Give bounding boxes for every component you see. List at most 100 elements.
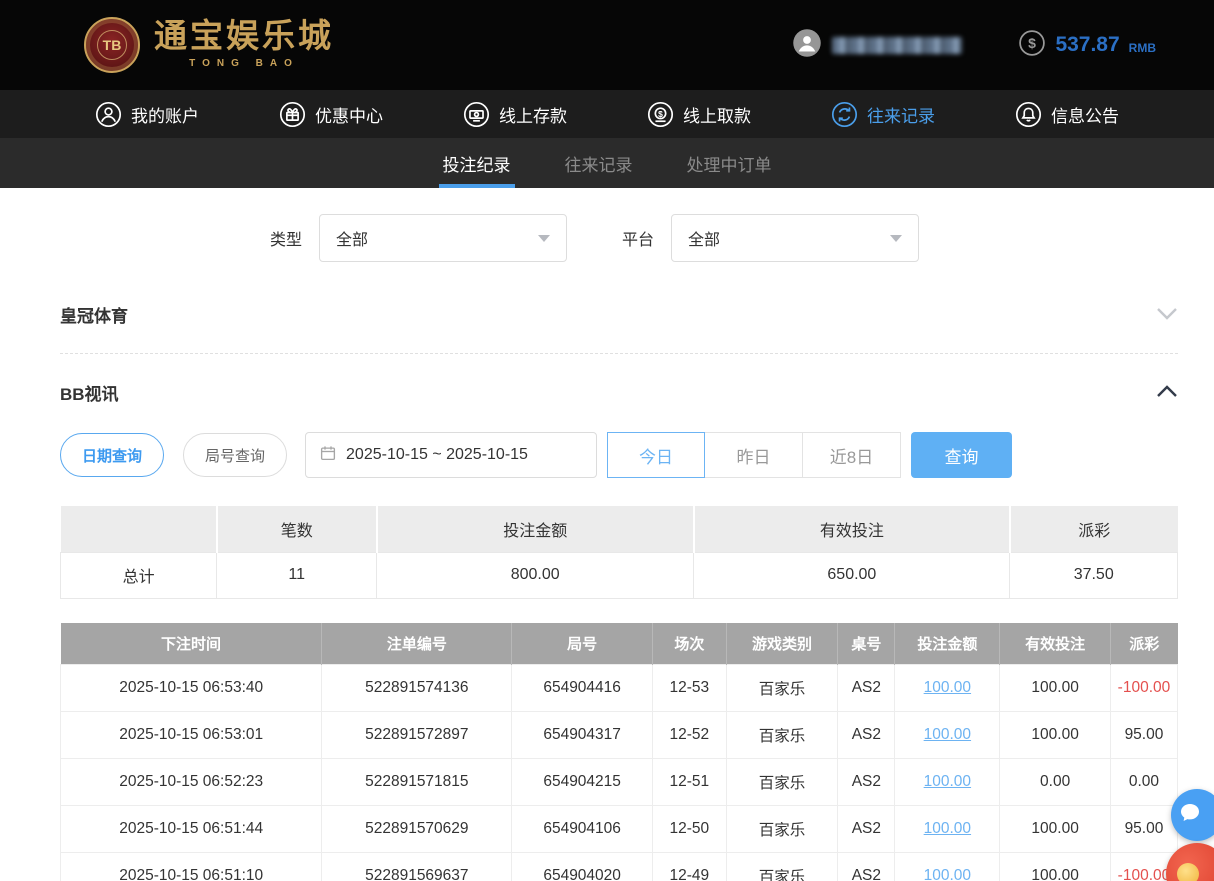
top-header: TB 通宝娱乐城 TONG BAO $ 537.87 RMB xyxy=(0,0,1214,90)
nav-item-my-account[interactable]: 我的账户 xyxy=(95,101,199,128)
round-id-cell: 654904106 xyxy=(512,806,653,853)
header-bet-id: 注单编号 xyxy=(322,623,512,665)
table-no-cell: AS2 xyxy=(838,665,895,712)
round-id-cell: 654904416 xyxy=(512,665,653,712)
tab-label: 往来记录 xyxy=(565,151,633,176)
withdraw-icon: $ xyxy=(647,101,674,128)
table-no-cell: AS2 xyxy=(838,853,895,881)
payout-value: -100.00 xyxy=(1118,679,1171,696)
summary-payout-value: 37.50 xyxy=(1010,552,1178,598)
main-content: 类型 全部 平台 全部 皇冠体育 BB视讯 xyxy=(0,214,1214,881)
user-account[interactable] xyxy=(792,28,962,63)
summary-total-label: 总计 xyxy=(61,552,217,598)
session-cell: 12-49 xyxy=(653,853,727,881)
valid-bet-cell: 0.00 xyxy=(1000,759,1111,806)
bet-amount-link[interactable]: 100.00 xyxy=(924,773,971,790)
bet-amount-link[interactable]: 100.00 xyxy=(924,726,971,743)
balance[interactable]: $ 537.87 RMB xyxy=(1018,29,1156,62)
summary-header-valid-bet: 有效投注 xyxy=(694,506,1010,552)
type-select[interactable]: 全部 xyxy=(319,214,567,262)
bet-time-cell: 2025-10-15 06:51:44 xyxy=(61,806,322,853)
game-type-cell: 百家乐 xyxy=(726,712,838,759)
query-bar: 日期查询 局号查询 2025-10-15 ~ 2025-10-15 今日 昨日 xyxy=(60,432,1178,478)
logo-subtitle: TONG BAO xyxy=(154,58,334,69)
site-logo[interactable]: TB 通宝娱乐城 TONG BAO xyxy=(84,17,334,73)
payout-value: 0.00 xyxy=(1129,773,1159,790)
nav-item-promotions[interactable]: 优惠中心 xyxy=(279,101,383,128)
platform-select-value: 全部 xyxy=(688,226,720,250)
transfer-records-icon xyxy=(831,101,858,128)
session-cell: 12-53 xyxy=(653,665,727,712)
section-crown-sports[interactable]: 皇冠体育 xyxy=(60,302,1178,354)
summary-header-count: 笔数 xyxy=(217,506,377,552)
table-row: 2025-10-15 06:53:40 522891574136 6549044… xyxy=(61,665,1178,712)
bet-amount-link[interactable]: 100.00 xyxy=(924,867,971,881)
nav-item-label: 线上存款 xyxy=(499,102,567,127)
nav-item-label: 往来记录 xyxy=(867,102,935,127)
section-bb-video[interactable]: BB视讯 xyxy=(60,380,1178,405)
nav-item-deposit[interactable]: 线上存款 xyxy=(463,101,567,128)
header-round-id: 局号 xyxy=(512,623,653,665)
summary-header-empty xyxy=(61,506,217,552)
yesterday-button[interactable]: 昨日 xyxy=(705,432,803,478)
nav-item-withdraw[interactable]: $ 线上取款 xyxy=(647,101,751,128)
date-range-input[interactable]: 2025-10-15 ~ 2025-10-15 xyxy=(305,432,597,478)
platform-select[interactable]: 全部 xyxy=(671,214,919,262)
tab-label: 处理中订单 xyxy=(687,151,772,176)
filter-row: 类型 全部 平台 全部 xyxy=(60,214,1178,262)
round-id-cell: 654904317 xyxy=(512,712,653,759)
header-session: 场次 xyxy=(653,623,727,665)
svg-text:$: $ xyxy=(658,108,663,118)
bet-amount-cell: 100.00 xyxy=(895,665,1000,712)
bet-amount-link[interactable]: 100.00 xyxy=(924,820,971,837)
tab-label: 投注纪录 xyxy=(443,151,511,176)
last8days-button[interactable]: 近8日 xyxy=(803,432,901,478)
bet-id-cell: 522891571815 xyxy=(322,759,512,806)
user-icon xyxy=(95,101,122,128)
bet-amount-cell: 100.00 xyxy=(895,759,1000,806)
logo-title: 通宝娱乐城 xyxy=(154,21,334,54)
header-payout: 派彩 xyxy=(1110,623,1177,665)
balance-amount: 537.87 xyxy=(1055,33,1119,57)
logo-badge-icon: TB xyxy=(84,17,140,73)
tab-betting-records[interactable]: 投注纪录 xyxy=(439,138,515,188)
subnav: 投注纪录 往来记录 处理中订单 xyxy=(0,138,1214,188)
svg-text:$: $ xyxy=(1029,35,1037,51)
main-nav: 我的账户 优惠中心 线上存款 $ 线上取款 往来记录 xyxy=(0,90,1214,138)
tab-transaction-records[interactable]: 往来记录 xyxy=(561,138,637,188)
yesterday-label: 昨日 xyxy=(737,443,771,468)
summary-bet-amount-value: 800.00 xyxy=(377,552,694,598)
type-filter-label: 类型 xyxy=(270,226,302,250)
header-bet-amount: 投注金额 xyxy=(895,623,1000,665)
bet-time-cell: 2025-10-15 06:53:01 xyxy=(61,712,322,759)
payout-cell: -100.00 xyxy=(1110,665,1177,712)
payout-cell: 0.00 xyxy=(1110,759,1177,806)
nav-item-transfer-records[interactable]: 往来记录 xyxy=(831,101,935,128)
bet-time-cell: 2025-10-15 06:52:23 xyxy=(61,759,322,806)
bet-amount-link[interactable]: 100.00 xyxy=(924,679,971,696)
date-query-button[interactable]: 日期查询 xyxy=(60,433,164,477)
summary-count-value: 11 xyxy=(217,552,377,598)
table-no-cell: AS2 xyxy=(838,759,895,806)
table-row: 2025-10-15 06:52:23 522891571815 6549042… xyxy=(61,759,1178,806)
search-button[interactable]: 查询 xyxy=(911,432,1012,478)
header-valid-bet: 有效投注 xyxy=(1000,623,1111,665)
bell-icon xyxy=(1015,101,1042,128)
game-type-cell: 百家乐 xyxy=(726,759,838,806)
header-bet-time: 下注时间 xyxy=(61,623,322,665)
bet-time-cell: 2025-10-15 06:53:40 xyxy=(61,665,322,712)
chat-float-button[interactable] xyxy=(1171,789,1214,841)
valid-bet-cell: 100.00 xyxy=(1000,712,1111,759)
payout-value: 95.00 xyxy=(1125,820,1164,837)
payout-value: -100.00 xyxy=(1118,867,1171,881)
nav-item-announcements[interactable]: 信息公告 xyxy=(1015,101,1119,128)
payout-cell: 95.00 xyxy=(1110,712,1177,759)
round-query-button[interactable]: 局号查询 xyxy=(183,433,287,477)
nav-item-label: 信息公告 xyxy=(1051,102,1119,127)
today-button[interactable]: 今日 xyxy=(607,432,705,478)
tab-processing-orders[interactable]: 处理中订单 xyxy=(683,138,776,188)
chevron-up-icon xyxy=(1156,383,1178,403)
nav-item-label: 我的账户 xyxy=(131,102,199,127)
table-row: 2025-10-15 06:51:44 522891570629 6549041… xyxy=(61,806,1178,853)
chevron-down-icon xyxy=(538,235,550,242)
